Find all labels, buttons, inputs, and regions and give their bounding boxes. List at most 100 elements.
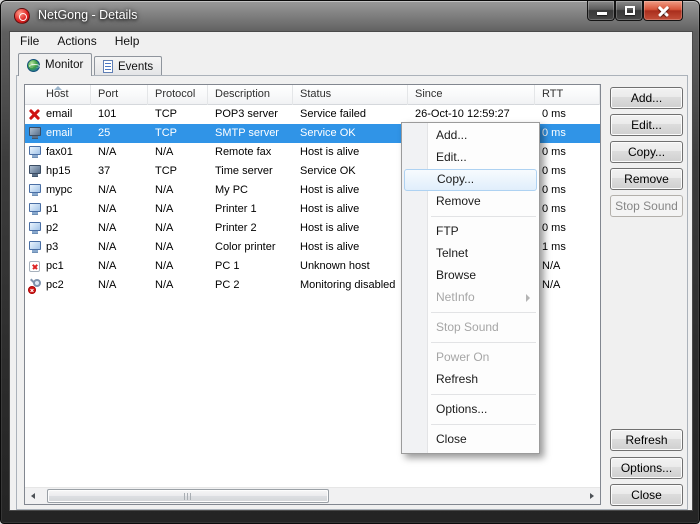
scroll-left-icon xyxy=(31,493,35,499)
cell-port: 101 xyxy=(91,105,148,124)
column-header-rtt[interactable]: RTT xyxy=(535,85,600,105)
cell-text: pc1 xyxy=(46,260,64,272)
cell-text: 0 ms xyxy=(542,184,566,196)
menubar-item-file[interactable]: File xyxy=(12,32,47,52)
host-failed-icon xyxy=(28,108,42,121)
column-header-protocol[interactable]: Protocol xyxy=(148,85,208,105)
menu-item-options[interactable]: Options... xyxy=(402,399,539,421)
menu-item-ftp[interactable]: FTP xyxy=(402,221,539,243)
scroll-right-button[interactable] xyxy=(583,488,600,504)
menu-separator xyxy=(431,216,536,217)
scroll-left-button[interactable] xyxy=(25,488,42,504)
cell-port: 37 xyxy=(91,162,148,181)
maximize-button[interactable] xyxy=(615,1,643,21)
cell-port: N/A xyxy=(91,257,148,276)
cell-rtt: 0 ms xyxy=(535,219,600,238)
menu-item-edit[interactable]: Edit... xyxy=(402,147,539,169)
close-button[interactable] xyxy=(643,1,683,21)
cell-status: Host is alive xyxy=(293,200,408,219)
cell-rtt: 1 ms xyxy=(535,238,600,257)
cell-host: pc2 xyxy=(25,276,91,295)
cell-protocol: N/A xyxy=(148,276,208,295)
minimize-icon xyxy=(597,12,607,15)
scroll-thumb[interactable] xyxy=(47,489,329,503)
scroll-grip-icon xyxy=(184,493,192,500)
sort-ascending-icon xyxy=(54,86,62,90)
column-header-port[interactable]: Port xyxy=(91,85,148,105)
remove-button[interactable]: Remove xyxy=(610,168,683,190)
menu-item-telnet[interactable]: Telnet xyxy=(402,243,539,265)
menu-item-label: Browse xyxy=(436,268,476,282)
host-service-icon xyxy=(28,127,42,140)
cell-text: N/A xyxy=(155,222,173,234)
menu-item-browse[interactable]: Browse xyxy=(402,265,539,287)
cell-text: N/A xyxy=(155,203,173,215)
cell-text: 0 ms xyxy=(542,203,566,215)
cell-port: 25 xyxy=(91,124,148,143)
cell-description: Remote fax xyxy=(208,143,293,162)
column-header-since[interactable]: Since xyxy=(408,85,535,105)
horizontal-scrollbar[interactable] xyxy=(25,487,600,504)
cell-description: PC 1 xyxy=(208,257,293,276)
cell-text: TCP xyxy=(155,165,177,177)
menu-item-close[interactable]: Close xyxy=(402,429,539,451)
host-alive-icon xyxy=(28,222,42,235)
menu-item-power-on: Power On xyxy=(402,347,539,369)
cell-text: N/A xyxy=(542,260,560,272)
cell-status: Service OK xyxy=(293,124,408,143)
cell-port: N/A xyxy=(91,238,148,257)
copy-button[interactable]: Copy... xyxy=(610,141,683,163)
menu-item-stop-sound: Stop Sound xyxy=(402,317,539,339)
column-header-description[interactable]: Description xyxy=(208,85,293,105)
menu-separator xyxy=(431,394,536,395)
menu-item-copy[interactable]: Copy... xyxy=(404,169,537,191)
cell-text: mypc xyxy=(46,184,72,196)
menubar-item-help[interactable]: Help xyxy=(107,32,148,52)
options-button[interactable]: Options... xyxy=(610,457,683,479)
column-header-status[interactable]: Status xyxy=(293,85,408,105)
cell-status: Host is alive xyxy=(293,219,408,238)
edit-button[interactable]: Edit... xyxy=(610,114,683,136)
cell-text: Service OK xyxy=(300,127,356,139)
tab-label: Monitor xyxy=(45,59,83,71)
cell-protocol: TCP xyxy=(148,162,208,181)
minimize-button[interactable] xyxy=(587,1,615,21)
column-header-label: RTT xyxy=(542,88,563,100)
refresh-button[interactable]: Refresh xyxy=(610,429,683,451)
cell-text: hp15 xyxy=(46,165,70,177)
menu-item-remove[interactable]: Remove xyxy=(402,191,539,213)
cell-text: N/A xyxy=(98,279,116,291)
close-button[interactable]: Close xyxy=(610,484,683,506)
menu-item-label: FTP xyxy=(436,224,459,238)
cell-text: TCP xyxy=(155,127,177,139)
menu-item-label: Options... xyxy=(436,402,487,416)
cell-text: 0 ms xyxy=(542,127,566,139)
menu-separator xyxy=(431,312,536,313)
maximize-icon xyxy=(625,6,635,15)
cell-protocol: TCP xyxy=(148,124,208,143)
menu-item-add[interactable]: Add... xyxy=(402,125,539,147)
cell-text: N/A xyxy=(155,146,173,158)
menu-item-label: Close xyxy=(436,432,467,446)
cell-status: Host is alive xyxy=(293,181,408,200)
cell-host: p3 xyxy=(25,238,91,257)
cell-text: N/A xyxy=(98,146,116,158)
stop-sound-button: Stop Sound xyxy=(610,195,683,217)
cell-text: Host is alive xyxy=(300,146,359,158)
add-button[interactable]: Add... xyxy=(610,87,683,109)
cell-description: My PC xyxy=(208,181,293,200)
title-bar[interactable]: NetGong - Details xyxy=(1,1,699,31)
cell-port: N/A xyxy=(91,276,148,295)
cell-port: N/A xyxy=(91,219,148,238)
cell-rtt: 0 ms xyxy=(535,181,600,200)
app-window: NetGong - Details FileActionsHelp Monito… xyxy=(0,0,700,524)
menu-item-label: Copy... xyxy=(437,172,474,186)
cell-text: Host is alive xyxy=(300,222,359,234)
tab-events[interactable]: Events xyxy=(94,56,162,76)
tab-monitor[interactable]: Monitor xyxy=(18,53,92,76)
column-header-host[interactable]: Host xyxy=(25,85,91,105)
menubar-item-actions[interactable]: Actions xyxy=(49,32,104,52)
menu-item-refresh[interactable]: Refresh xyxy=(402,369,539,391)
cell-text: PC 1 xyxy=(215,260,239,272)
cell-protocol: N/A xyxy=(148,200,208,219)
